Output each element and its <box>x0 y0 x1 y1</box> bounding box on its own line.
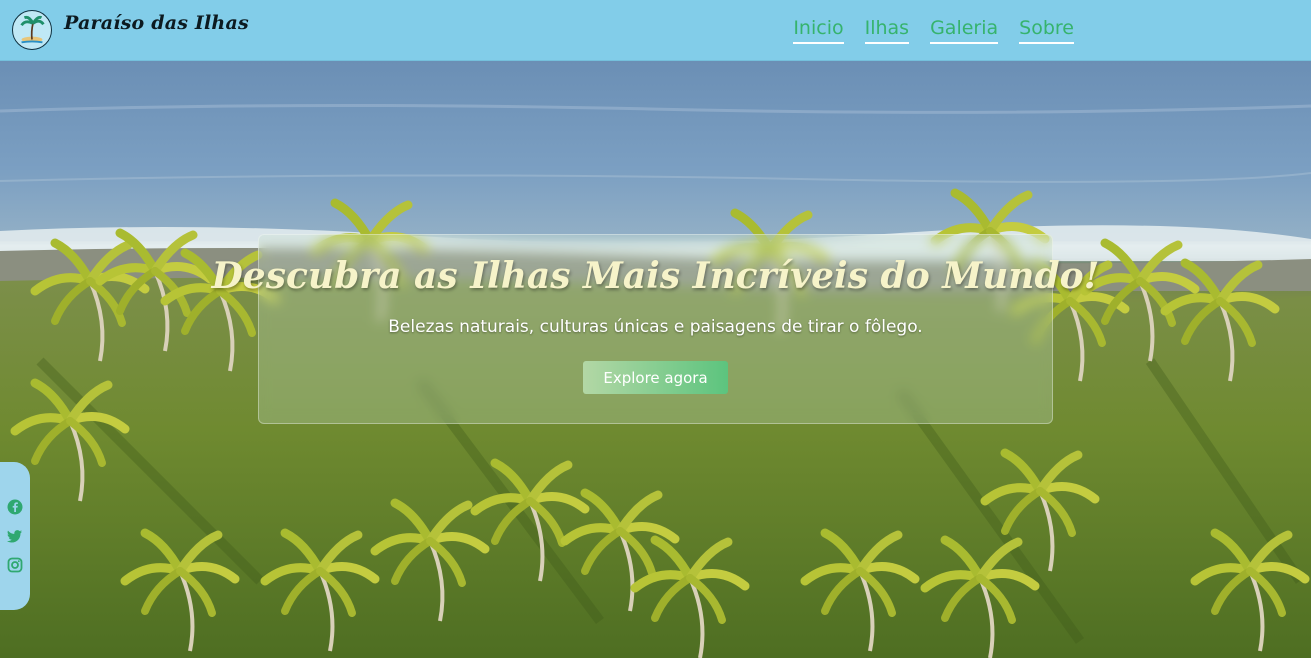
brand[interactable]: Paraíso das Ilhas <box>12 10 249 50</box>
social-sidebar <box>0 462 30 610</box>
nav-link-ilhas[interactable]: Ilhas <box>864 17 910 44</box>
palm-island-icon[interactable] <box>12 10 52 50</box>
nav-link-inicio[interactable]: Inicio <box>793 17 844 44</box>
nav-link-sobre[interactable]: Sobre <box>1019 17 1074 44</box>
hero-subtitle: Belezas naturais, culturas únicas e pais… <box>388 317 923 337</box>
explore-now-button[interactable]: Explore agora <box>583 361 728 394</box>
twitter-icon[interactable] <box>7 528 23 544</box>
facebook-icon[interactable] <box>7 499 23 515</box>
instagram-icon[interactable] <box>7 557 23 573</box>
brand-name: Paraíso das Ilhas <box>64 12 249 34</box>
hero-title: Descubra as Ilhas Mais Incríveis do Mund… <box>211 255 1100 297</box>
main-nav: Inicio Ilhas Galeria Sobre <box>793 17 1074 44</box>
hero-card: Descubra as Ilhas Mais Incríveis do Mund… <box>212 234 1099 424</box>
nav-link-galeria[interactable]: Galeria <box>930 17 999 44</box>
top-navbar: Paraíso das Ilhas Inicio Ilhas Galeria S… <box>0 0 1311 61</box>
